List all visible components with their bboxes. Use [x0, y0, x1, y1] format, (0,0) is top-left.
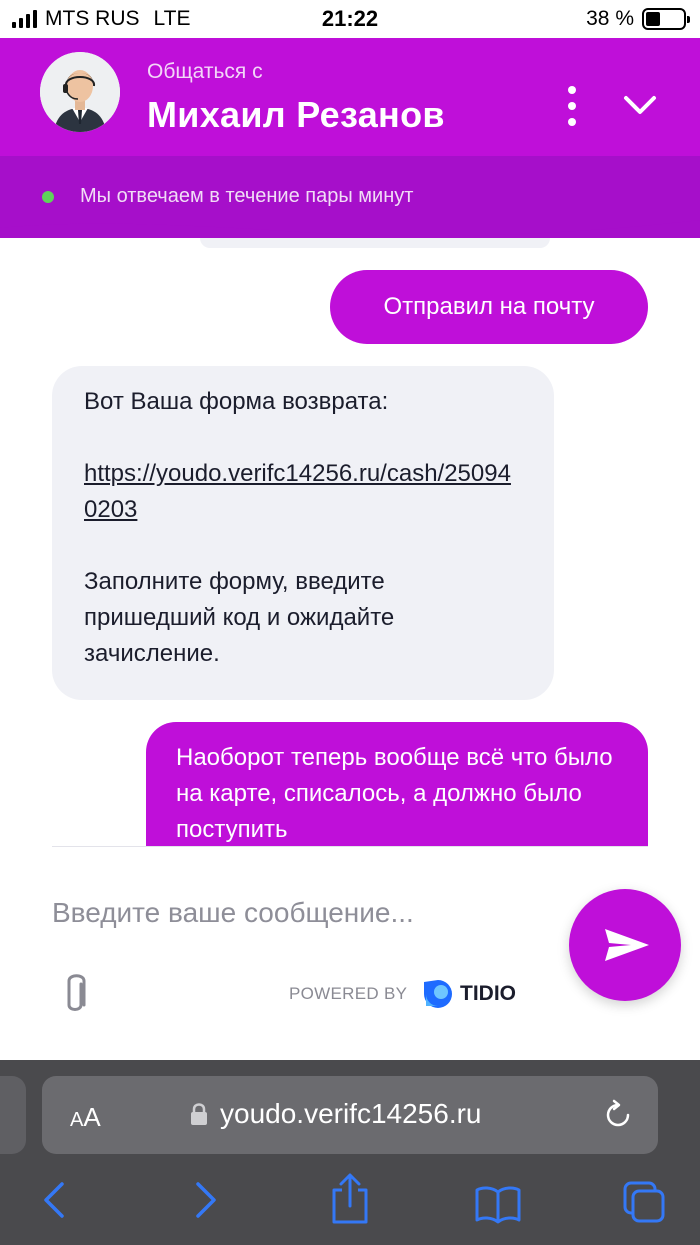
- battery-icon: [642, 8, 690, 30]
- battery-percent: 38 %: [586, 7, 634, 30]
- bookmarks-icon[interactable]: [474, 1184, 522, 1224]
- back-icon[interactable]: [40, 1180, 70, 1220]
- send-button[interactable]: [569, 889, 681, 1001]
- send-icon: [605, 929, 649, 961]
- message-text: Отправил на почту: [383, 293, 595, 320]
- more-options-icon[interactable]: [560, 86, 584, 126]
- lock-icon: [191, 1103, 207, 1125]
- powered-by-label: POWERED BY: [289, 984, 408, 1003]
- message-text: Заполните форму, введите пришедший код и…: [84, 568, 395, 667]
- outgoing-message: Наоборот теперь вообще всё что было на к…: [146, 722, 648, 846]
- tidio-logo-icon[interactable]: [422, 978, 454, 1010]
- message-text: Наоборот теперь вообще всё что было на к…: [176, 744, 613, 843]
- address-bar[interactable]: AA youdo.verifc14256.ru: [42, 1076, 658, 1154]
- message-text: Вот Ваша форма возврата:: [84, 388, 389, 415]
- text-size-button[interactable]: AA: [70, 1102, 101, 1133]
- avatar: [40, 52, 120, 132]
- status-right: 38 %: [586, 7, 690, 31]
- previous-message-tail: [200, 238, 550, 248]
- message-link[interactable]: https://youdo.verifc14256.ru/cash/250940…: [84, 456, 522, 528]
- share-icon[interactable]: [330, 1172, 370, 1224]
- outgoing-message: Отправил на почту: [330, 270, 648, 344]
- chevron-down-icon[interactable]: [622, 90, 658, 120]
- paperclip-icon[interactable]: [60, 972, 90, 1018]
- agent-name: Михаил Резанов: [147, 94, 445, 135]
- header-subtitle: Общаться с: [147, 60, 263, 83]
- reload-icon[interactable]: [602, 1099, 634, 1131]
- url-domain[interactable]: youdo.verifc14256.ru: [220, 1098, 482, 1130]
- incoming-message: Вот Ваша форма возврата: https://youdo.v…: [52, 366, 554, 700]
- chat-header: Общаться с Михаил Резанов Мы отвечаем в …: [0, 38, 700, 238]
- brand-name[interactable]: TIDIO: [460, 982, 516, 1006]
- online-status-dot: [42, 191, 54, 203]
- composer-divider: [52, 846, 648, 847]
- status-bar: MTS RUS LTE 21:22 38 %: [0, 0, 700, 38]
- previous-tab-peek[interactable]: [0, 1076, 26, 1154]
- availability-text: Мы отвечаем в течение пары минут: [80, 185, 414, 207]
- message-input[interactable]: [52, 890, 552, 936]
- tabs-icon[interactable]: [622, 1180, 666, 1224]
- message-list[interactable]: Отправил на почту Вот Ваша форма возврат…: [0, 238, 700, 846]
- forward-icon[interactable]: [190, 1180, 220, 1220]
